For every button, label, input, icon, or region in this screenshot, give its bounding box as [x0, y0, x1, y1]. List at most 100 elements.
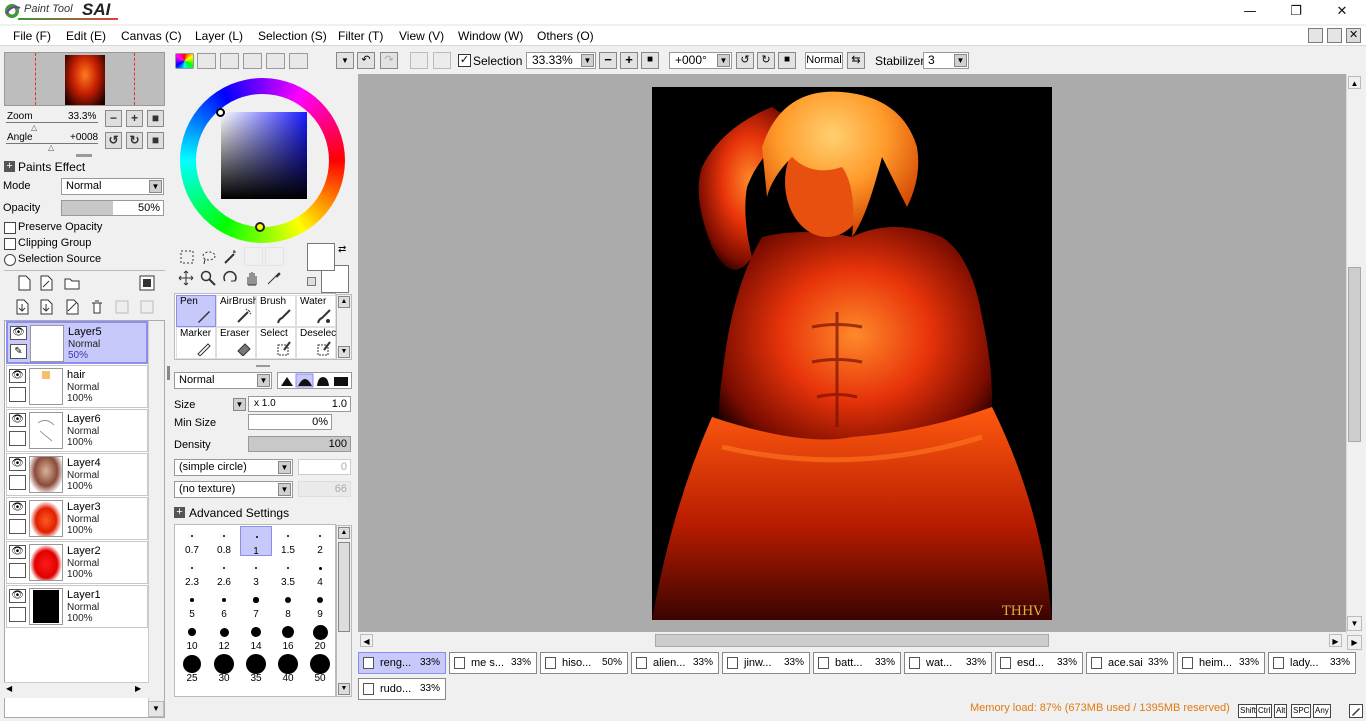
deselect-button[interactable]	[410, 52, 428, 69]
toolbar-zoom-in-button[interactable]: +	[620, 52, 638, 69]
brush-size-cell[interactable]: 8	[272, 590, 304, 620]
hand-icon[interactable]	[244, 270, 260, 286]
document-tab[interactable]: alien... 33%	[631, 652, 719, 674]
brush-size-cell[interactable]: 40	[272, 654, 304, 684]
document-tab[interactable]: jinw... 33%	[722, 652, 810, 674]
brush-size-cell[interactable]: 12	[208, 622, 240, 652]
lock-box[interactable]	[9, 519, 26, 534]
menu-selection[interactable]: Selection (S)	[258, 28, 327, 44]
vertical-scroll-thumb[interactable]	[1348, 267, 1361, 442]
tool-airbrush[interactable]: AirBrush	[216, 295, 258, 327]
tool-eraser[interactable]: Eraser	[216, 327, 256, 359]
stabilizer-dropdown[interactable]: 3 ▼	[923, 52, 969, 69]
artwork-canvas[interactable]: THHV	[652, 87, 1052, 620]
size-slider[interactable]: x 1.0 1.0	[248, 396, 351, 412]
selection-source-radio[interactable]	[4, 254, 16, 266]
toolbar-rotate-reset-button[interactable]: ■	[778, 52, 796, 69]
rotate-icon[interactable]	[222, 270, 238, 286]
lasso-icon[interactable]	[201, 249, 217, 265]
toolbar-menu-button[interactable]: ▼	[336, 52, 354, 69]
saturation-value-square[interactable]	[221, 112, 307, 199]
panel-splitter-grip[interactable]	[76, 154, 92, 157]
expand-plus-icon[interactable]: +	[174, 507, 185, 518]
menu-filter[interactable]: Filter (T)	[338, 28, 383, 44]
brush-size-cell[interactable]: 50	[304, 654, 335, 684]
apply-mask-icon[interactable]	[114, 299, 130, 315]
rotate-reset-button[interactable]: ■	[147, 132, 164, 149]
mdi-minimize-button[interactable]	[1308, 28, 1323, 43]
brush-size-cell[interactable]: 30	[208, 654, 240, 684]
document-tab[interactable]: me s... 33%	[449, 652, 537, 674]
mdi-close-button[interactable]: ✕	[1346, 28, 1361, 43]
layer-scroll-down-button[interactable]: ▼	[148, 701, 164, 717]
brush-size-cell[interactable]: 1	[240, 526, 272, 557]
layer-mask-icon[interactable]	[139, 275, 155, 291]
layer-row-layer3[interactable]: 👁 Layer3 Normal 100%	[6, 497, 148, 540]
scroll-right-button[interactable]: ▶	[1329, 634, 1342, 647]
scroll-right-button[interactable]: ▶	[1347, 635, 1362, 650]
new-linework-layer-icon[interactable]	[38, 275, 54, 291]
zoom-dropdown[interactable]: 33.33% ▼	[526, 52, 596, 69]
eye-icon[interactable]: 👁	[9, 413, 26, 427]
mode-dropdown[interactable]: Normal ▼	[61, 178, 164, 195]
new-layer-icon[interactable]	[16, 275, 32, 291]
pen-pressure-icon[interactable]	[1349, 704, 1363, 718]
brush-size-cell[interactable]: 3.5	[272, 558, 304, 588]
layer-row-hair[interactable]: 👁 hair Normal 100%	[6, 365, 148, 408]
eye-icon[interactable]: 👁	[9, 545, 26, 559]
eye-icon[interactable]: 👁	[9, 589, 26, 603]
move-icon[interactable]	[178, 270, 194, 286]
eyedropper-icon[interactable]	[266, 270, 282, 286]
scroll-down-button[interactable]: ▼	[1347, 616, 1362, 631]
density-slider[interactable]: 100	[248, 436, 351, 452]
tool-pen[interactable]: Pen	[176, 295, 216, 327]
invert-selection-button[interactable]	[433, 52, 451, 69]
brush-size-cell[interactable]: 9	[304, 590, 335, 620]
clipping-group-checkbox[interactable]	[4, 238, 16, 250]
zoom-icon[interactable]	[200, 270, 216, 286]
undo-button[interactable]: ↶	[357, 52, 375, 69]
eye-icon[interactable]: 👁	[10, 326, 27, 340]
lock-box[interactable]	[9, 431, 26, 446]
scratchpad-tab[interactable]	[289, 53, 308, 69]
document-tab[interactable]: lady... 33%	[1268, 652, 1356, 674]
minimize-button[interactable]: —	[1227, 0, 1273, 24]
reset-colors-icon[interactable]	[307, 277, 316, 286]
brush-size-cell[interactable]: 16	[272, 622, 304, 652]
mdi-restore-button[interactable]	[1327, 28, 1342, 43]
size-mult-dropdown[interactable]: ▼	[233, 398, 246, 411]
brush-edge-selector[interactable]	[277, 372, 352, 389]
tool-deselect[interactable]: Deselect	[296, 327, 339, 359]
layer-row-layer5[interactable]: 👁 ✎ Layer5 Normal 50%	[6, 321, 148, 364]
redo-button[interactable]: ↷	[380, 52, 398, 69]
zoom-in-button[interactable]: +	[126, 110, 143, 127]
merge-down-icon[interactable]	[38, 299, 54, 315]
toolbar-zoom-reset-button[interactable]: ■	[641, 52, 659, 69]
zoom-out-button[interactable]: −	[105, 110, 122, 127]
menu-canvas[interactable]: Canvas (C)	[121, 28, 182, 44]
lock-box[interactable]	[9, 475, 26, 490]
brush-size-scrollbar[interactable]: ▲ ▼	[336, 525, 352, 697]
menu-layer[interactable]: Layer (L)	[195, 28, 243, 44]
magic-wand-icon[interactable]	[222, 249, 238, 265]
clear-layer-icon[interactable]	[64, 299, 80, 315]
foreground-color-swatch[interactable]	[307, 243, 335, 271]
close-button[interactable]: ✕	[1319, 0, 1365, 24]
eye-icon[interactable]: 👁	[9, 369, 26, 383]
scroll-up-button[interactable]: ▲	[1348, 76, 1361, 89]
brush-size-cell[interactable]: 4	[304, 558, 335, 588]
menu-window[interactable]: Window (W)	[458, 28, 523, 44]
toolbar-rotate-left-button[interactable]: ↺	[736, 52, 754, 69]
document-tab[interactable]: esd... 33%	[995, 652, 1083, 674]
brush-size-cell[interactable]: 3	[240, 558, 272, 588]
expand-plus-icon[interactable]: +	[4, 161, 15, 172]
tool-brush[interactable]: Brush	[256, 295, 296, 327]
menu-others[interactable]: Others (O)	[537, 28, 594, 44]
rgb-slider-tab[interactable]	[197, 53, 216, 69]
layer-list-scrollbar[interactable]	[148, 321, 164, 701]
layer-row-layer4[interactable]: 👁 Layer4 Normal 100%	[6, 453, 148, 496]
navigator-preview[interactable]	[4, 52, 165, 106]
rotate-left-button[interactable]: ↺	[105, 132, 122, 149]
toolbar-rotate-right-button[interactable]: ↻	[757, 52, 775, 69]
lock-box[interactable]	[9, 563, 26, 578]
